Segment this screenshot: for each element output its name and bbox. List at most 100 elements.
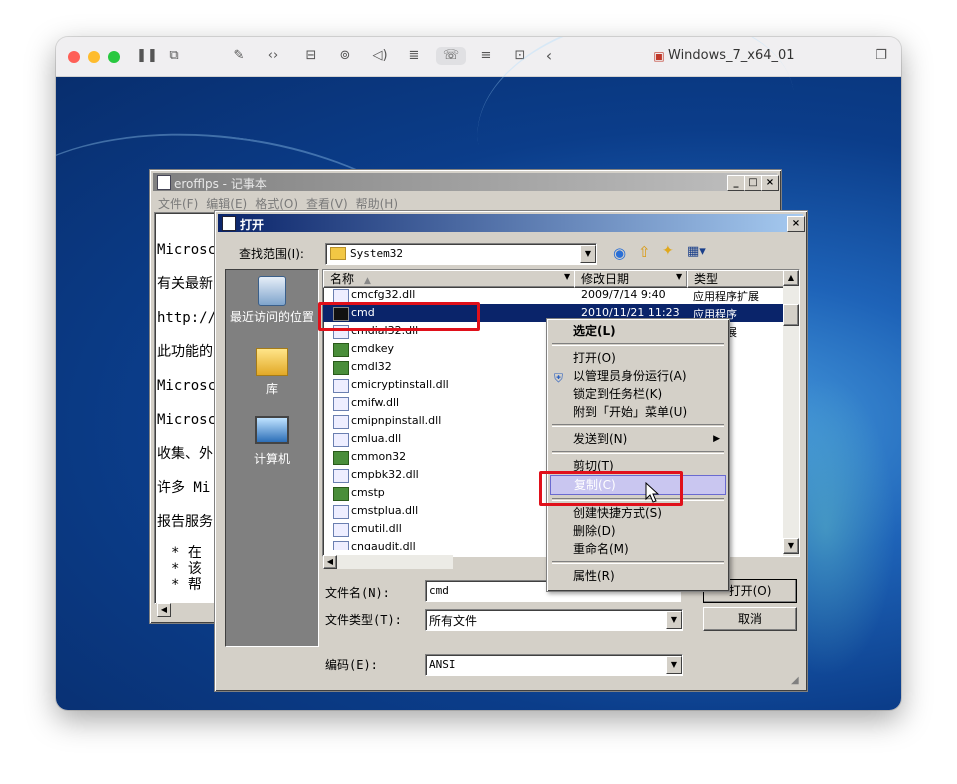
chevron-down-icon[interactable]: ▼ [666,611,682,629]
column-date[interactable]: 修改日期 [574,270,688,288]
context-menu-item[interactable]: ⛨ 以管理员身份运行(A) [550,367,726,385]
chevron-right-icon: ▶ [713,434,720,444]
context-menu-item[interactable]: 发送到(N) ▶ [550,430,726,448]
context-menu-item[interactable]: 打开(O) [550,349,726,367]
dll-icon [333,379,349,393]
place-computer[interactable]: 计算机 [226,416,318,467]
phone-icon[interactable]: ☏ [436,47,466,65]
zoom-window-button[interactable] [108,51,120,63]
file-type: 应用程序扩展 [693,290,759,303]
scroll-left-icon[interactable]: ◀ [323,555,337,569]
menu-separator [552,451,724,454]
place-label: 最近访问的位置 [230,310,315,324]
disk-icon[interactable]: ≡ [475,47,497,65]
lookin-label: 查找范围(I): [239,247,304,261]
filetype-dropdown[interactable]: 所有文件 ▼ [425,609,683,631]
place-recent[interactable]: 最近访问的位置 [226,276,318,324]
filetype-value: 所有文件 [429,614,478,628]
text-line: 许多 Mi [157,480,211,496]
dialog-titlebar: 打开 × [218,214,805,232]
text-line: 收集、外 [157,446,213,462]
file-name: cmpbk32.dll [351,468,419,481]
view-menu-icon[interactable]: ▦▾ [687,244,706,259]
drive-icon[interactable]: ⊟ [300,47,322,65]
context-menu-item[interactable]: 删除(D) [550,522,726,540]
back-icon[interactable]: ◉ [613,244,626,262]
file-name: cmdl32 [351,360,392,373]
scroll-thumb[interactable] [783,304,799,326]
column-name[interactable]: 名称 ▲ [323,270,581,288]
text-line: Microsc [157,378,217,394]
text-line: 有关最新 [157,276,213,292]
maximize-button[interactable]: □ [744,175,762,191]
cancel-button[interactable]: 取消 [703,607,797,631]
new-folder-icon[interactable]: ✦ [662,243,674,259]
context-menu-item[interactable]: 创建快捷方式(S) [550,504,726,522]
place-label: 计算机 [253,452,290,466]
pause-icon[interactable]: ❚❚ [136,47,158,65]
column-type[interactable]: 类型 [687,270,791,288]
scroll-down-icon[interactable]: ▼ [783,538,799,554]
close-button[interactable]: × [787,216,805,232]
user-icon[interactable]: ⊚ [334,47,356,65]
context-menu-item[interactable]: 锁定到任务栏(K) [550,385,726,403]
filename-label: 文件名(N): [325,586,390,600]
resize-grip-icon[interactable]: ◢ [791,675,799,686]
close-window-button[interactable] [68,51,80,63]
dialog-title: 打开 [240,218,265,232]
menu-format[interactable]: 格式(O) [255,197,298,211]
menu-view[interactable]: 查看(V) [306,197,348,211]
place-label: 库 [265,382,278,396]
close-button[interactable]: × [761,175,779,191]
minimize-button[interactable]: _ [727,175,745,191]
libraries-icon [256,348,288,376]
chevron-down-icon[interactable]: ▼ [580,245,596,263]
encoding-label: 编码(E): [325,658,378,672]
notepad-titlebar: erofflps - 记事本 _ □ × [153,173,779,191]
text-line: 此功能的 [157,344,213,360]
file-name: cmstplua.dll [351,504,419,517]
scroll-up-icon[interactable]: ▲ [783,270,799,286]
exe-icon [333,361,349,375]
storage-icon[interactable]: ≣ [403,47,425,65]
up-folder-icon[interactable]: ⇧ [638,243,651,261]
lookin-dropdown[interactable]: System32 ▼ [325,243,597,265]
menu-help[interactable]: 帮助(H) [356,197,398,211]
speaker-icon[interactable]: ◁) [369,47,391,65]
notepad-title: erofflps - 记事本 [174,177,267,191]
encoding-dropdown[interactable]: ANSI ▼ [425,654,683,676]
dll-icon [333,469,349,483]
file-name: cmlua.dll [351,432,402,445]
chevron-down-icon[interactable]: ▼ [666,656,682,674]
snapshot-icon[interactable]: ⧉ [163,47,185,65]
filename-value: cmd [429,584,449,597]
column-date-label: 修改日期 [581,272,630,286]
folder-icon [330,247,346,260]
window-copy-icon[interactable]: ❐ [870,47,892,65]
dll-icon [333,397,349,411]
minimize-window-button[interactable] [88,51,100,63]
menu-item-label: 打开(O) [573,351,616,365]
context-menu: 选定(L) 打开(O) ⛨ 以管理员身份运行(A) 锁定到任务栏(K) 附到「开始」菜单(… [546,318,730,592]
place-libraries[interactable]: 库 [226,348,318,397]
menu-file[interactable]: 文件(F) [158,197,198,211]
exe-icon [333,343,349,357]
menu-separator [552,343,724,346]
list-hscrollbar[interactable]: ◀ [323,555,453,569]
dll-icon [333,289,349,303]
scroll-left-icon[interactable]: ◀ [157,603,171,617]
context-menu-item[interactable]: 重命名(M) [550,540,726,558]
context-menu-item[interactable]: 属性(R) [550,567,726,585]
menu-edit[interactable]: 编辑(E) [206,197,247,211]
chevron-down-icon[interactable]: ▼ [676,272,682,281]
dll-icon [333,541,349,550]
wrench-icon[interactable]: ✎ [228,47,250,65]
context-menu-item[interactable]: 选定(L) [550,322,726,340]
chevron-down-icon[interactable]: ▼ [564,272,570,281]
code-icon[interactable]: ‹› [262,47,284,65]
horizontal-scrollbar[interactable]: ◀ [156,602,216,617]
context-menu-item[interactable]: 附到「开始」菜单(U) [550,403,726,421]
vertical-scrollbar[interactable]: ▲ ▼ [783,270,799,556]
dll-icon [333,415,349,429]
exe-icon [333,451,349,465]
